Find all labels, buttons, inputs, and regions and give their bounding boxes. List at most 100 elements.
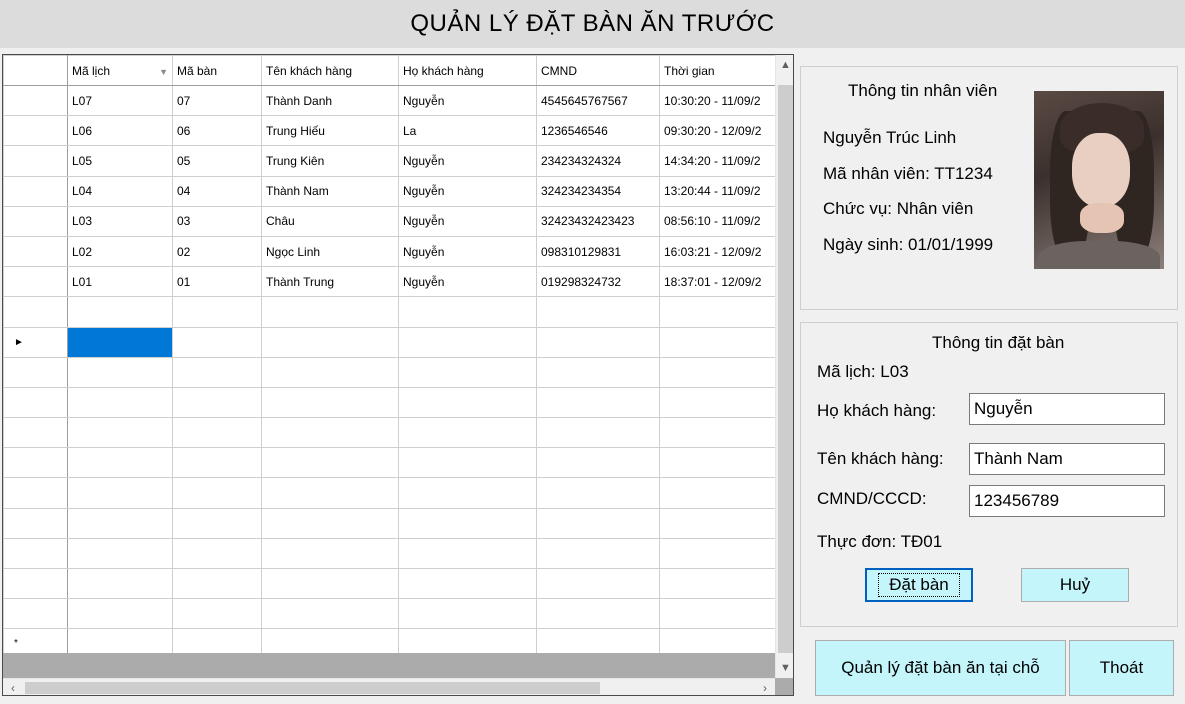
vertical-scrollbar[interactable]: ▲ ▼ bbox=[775, 55, 793, 678]
table-cell[interactable] bbox=[172, 507, 262, 539]
table-row[interactable]: L01 01 Thành Trung Nguyễn 019298324732 18:37:… bbox=[3, 266, 775, 298]
row-header[interactable] bbox=[3, 598, 68, 630]
table-cell[interactable] bbox=[659, 386, 775, 419]
table-cell[interactable] bbox=[398, 296, 537, 328]
table-cell[interactable] bbox=[261, 628, 399, 653]
table-cell[interactable]: Thành Trung bbox=[261, 266, 399, 298]
table-cell[interactable] bbox=[67, 537, 173, 570]
table-cell[interactable] bbox=[536, 628, 660, 653]
table-cell[interactable]: 13:20:44 - 11/09/2 bbox=[659, 175, 775, 207]
booking-grid[interactable]: Mã lịch ▼ Mã bàn Tên khách hàng Họ khách … bbox=[2, 54, 794, 696]
table-cell[interactable]: 09:30:20 - 12/09/2 bbox=[659, 115, 775, 147]
table-cell[interactable]: L03 bbox=[67, 205, 173, 237]
row-header[interactable] bbox=[3, 477, 68, 509]
manage-onsite-booking-button[interactable]: Quản lý đặt bàn ăn tại chỗ bbox=[815, 640, 1066, 696]
row-header[interactable]: ► bbox=[3, 326, 68, 358]
table-row[interactable]: L02 02 Ngọc Linh Nguyễn 098310129831 16:03:21… bbox=[3, 235, 775, 268]
table-cell[interactable]: L02 bbox=[67, 235, 173, 268]
row-header[interactable] bbox=[3, 266, 68, 298]
table-cell[interactable] bbox=[261, 477, 399, 509]
row-header[interactable] bbox=[3, 386, 68, 419]
table-row[interactable]: L03 03 Châu Nguyễn 32423432423423 08:56:10 - … bbox=[3, 205, 775, 237]
table-cell[interactable] bbox=[398, 417, 537, 449]
table-cell[interactable] bbox=[67, 386, 173, 419]
table-cell[interactable] bbox=[398, 386, 537, 419]
cancel-button[interactable]: Huỷ bbox=[1021, 568, 1129, 602]
table-cell[interactable]: 18:37:01 - 12/09/2 bbox=[659, 266, 775, 298]
table-cell[interactable]: L07 bbox=[67, 84, 173, 117]
table-cell[interactable]: L06 bbox=[67, 115, 173, 147]
table-cell[interactable] bbox=[659, 537, 775, 570]
table-cell[interactable] bbox=[659, 296, 775, 328]
table-cell[interactable]: 16:03:21 - 12/09/2 bbox=[659, 235, 775, 268]
row-header[interactable] bbox=[3, 537, 68, 570]
table-row[interactable] bbox=[3, 567, 775, 600]
first-name-field[interactable]: Thành Nam bbox=[969, 443, 1165, 475]
table-cell[interactable]: Nguyễn bbox=[398, 175, 537, 207]
row-header[interactable] bbox=[3, 235, 68, 268]
table-cell[interactable]: L04 bbox=[67, 175, 173, 207]
table-cell[interactable] bbox=[659, 628, 775, 653]
table-cell[interactable] bbox=[659, 507, 775, 539]
table-cell[interactable] bbox=[536, 326, 660, 358]
table-cell[interactable] bbox=[172, 567, 262, 600]
horizontal-scroll-thumb[interactable] bbox=[25, 682, 600, 694]
table-cell[interactable]: Trung Kiên bbox=[261, 145, 399, 177]
table-cell[interactable] bbox=[261, 296, 399, 328]
exit-button[interactable]: Thoát bbox=[1069, 640, 1174, 696]
table-cell[interactable] bbox=[536, 356, 660, 388]
table-cell[interactable] bbox=[398, 447, 537, 479]
table-cell[interactable] bbox=[261, 356, 399, 388]
vertical-scroll-thumb[interactable] bbox=[778, 85, 793, 653]
table-cell[interactable] bbox=[398, 567, 537, 600]
table-row[interactable]: * bbox=[3, 628, 775, 653]
row-header[interactable] bbox=[3, 115, 68, 147]
table-cell[interactable]: 019298324732 bbox=[536, 266, 660, 298]
table-cell[interactable] bbox=[172, 628, 262, 653]
table-cell[interactable] bbox=[398, 628, 537, 653]
table-cell[interactable] bbox=[67, 628, 173, 653]
table-cell[interactable]: Thành Danh bbox=[261, 84, 399, 117]
table-cell[interactable] bbox=[536, 598, 660, 630]
table-cell[interactable] bbox=[261, 447, 399, 479]
column-header-ma-lich[interactable]: Mã lịch ▼ bbox=[67, 55, 173, 86]
row-header[interactable] bbox=[3, 507, 68, 539]
last-name-field[interactable]: Nguyễn bbox=[969, 393, 1165, 425]
table-cell[interactable] bbox=[67, 477, 173, 509]
column-header-ma-ban[interactable]: Mã bàn bbox=[172, 55, 262, 86]
column-header-thoi-gian[interactable]: Thời gian bbox=[659, 55, 775, 86]
table-cell[interactable] bbox=[172, 386, 262, 419]
table-cell[interactable] bbox=[172, 356, 262, 388]
table-cell[interactable] bbox=[261, 598, 399, 630]
table-cell[interactable] bbox=[659, 477, 775, 509]
table-cell[interactable] bbox=[536, 507, 660, 539]
table-cell[interactable]: 01 bbox=[172, 266, 262, 298]
table-cell[interactable] bbox=[172, 537, 262, 570]
table-cell[interactable]: La bbox=[398, 115, 537, 147]
column-header-cmnd[interactable]: CMND bbox=[536, 55, 660, 86]
table-row[interactable] bbox=[3, 296, 775, 328]
table-cell[interactable] bbox=[659, 356, 775, 388]
table-cell[interactable]: Nguyễn bbox=[398, 266, 537, 298]
table-cell[interactable] bbox=[172, 477, 262, 509]
table-cell[interactable]: 02 bbox=[172, 235, 262, 268]
table-row[interactable] bbox=[3, 477, 775, 509]
table-cell[interactable]: 324234234354 bbox=[536, 175, 660, 207]
scroll-down-icon[interactable]: ▼ bbox=[776, 658, 793, 678]
table-cell[interactable] bbox=[398, 537, 537, 570]
table-cell[interactable] bbox=[536, 477, 660, 509]
table-cell[interactable]: Trung Hiếu bbox=[261, 115, 399, 147]
row-header[interactable] bbox=[3, 356, 68, 388]
row-header[interactable] bbox=[3, 84, 68, 117]
table-cell[interactable] bbox=[398, 507, 537, 539]
table-cell[interactable] bbox=[659, 447, 775, 479]
table-cell[interactable] bbox=[398, 326, 537, 358]
row-header-corner[interactable] bbox=[3, 55, 68, 86]
table-cell[interactable] bbox=[659, 417, 775, 449]
book-table-button[interactable]: Đặt bàn bbox=[865, 568, 973, 602]
table-row[interactable] bbox=[3, 598, 775, 630]
column-header-ten-khach-hang[interactable]: Tên khách hàng bbox=[261, 55, 399, 86]
table-row[interactable] bbox=[3, 386, 775, 419]
table-cell[interactable] bbox=[67, 598, 173, 630]
table-row[interactable] bbox=[3, 417, 775, 449]
